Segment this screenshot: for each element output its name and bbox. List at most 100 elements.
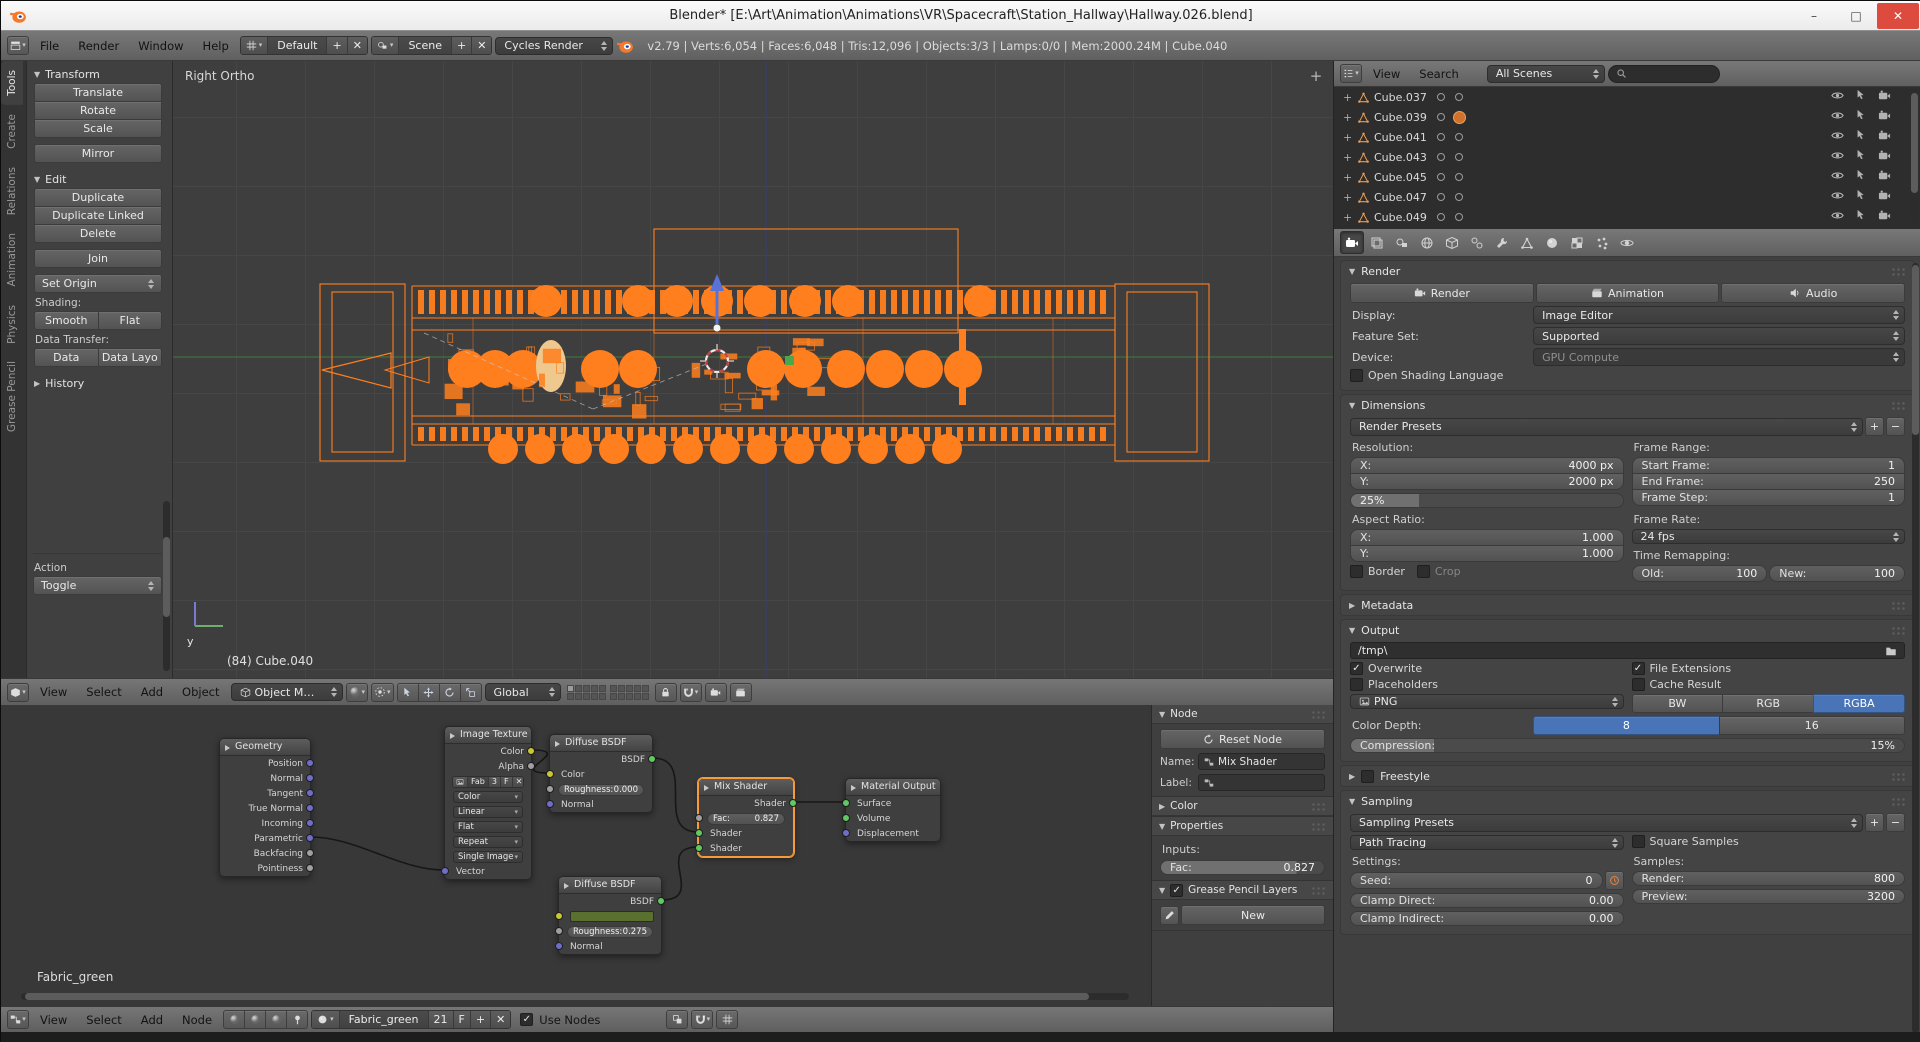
outliner-scrollbar[interactable] xyxy=(1911,93,1918,223)
layer-cell[interactable] xyxy=(634,685,641,692)
menu-window[interactable]: Window xyxy=(130,39,191,53)
panel-header-freestyle[interactable]: ▶Freestyle xyxy=(1341,766,1914,786)
socket[interactable] xyxy=(695,829,703,837)
node-diffuse2[interactable]: Diffuse BSDFBSDFRoughness:0.275Normal xyxy=(558,876,662,955)
socket[interactable] xyxy=(555,942,563,950)
translate-manipulator-button[interactable] xyxy=(418,683,440,702)
color-node-menu[interactable]: Color▾ xyxy=(453,791,523,803)
screen-layout-selector-value[interactable]: Default xyxy=(267,37,326,54)
output-path-field[interactable]: /tmp\ xyxy=(1350,642,1905,659)
material-selector-browse[interactable]: ▾ xyxy=(312,1011,339,1028)
end-frame-field[interactable]: End Frame:250 xyxy=(1632,473,1906,490)
png-menu[interactable]: PNG xyxy=(1350,694,1624,709)
layer-cell[interactable] xyxy=(583,685,590,692)
outliner-row-cube-047[interactable]: +Cube.047 xyxy=(1334,187,1920,207)
editor-type-outliner-button[interactable]: ▾ xyxy=(1340,64,1362,83)
node-menu-select[interactable]: Select xyxy=(78,1013,129,1027)
socket[interactable] xyxy=(527,747,535,755)
visibility-toggle[interactable] xyxy=(1831,209,1844,225)
layer-cell[interactable] xyxy=(618,693,625,700)
socket[interactable] xyxy=(789,799,797,807)
viewport-canvas[interactable]: Right Ortho y (84) Cube.040 + xyxy=(173,61,1333,678)
node-menu-view[interactable]: View xyxy=(32,1013,75,1027)
layer-cell[interactable] xyxy=(610,685,617,692)
toolshelf-tab-grease-pencil[interactable]: Grease Pencil xyxy=(1,352,23,441)
node-output[interactable]: Material OutputSurfaceVolumeDisplacement xyxy=(845,778,941,842)
preview-field[interactable]: Preview:3200 xyxy=(1632,889,1906,904)
node-title[interactable]: Diffuse BSDF xyxy=(559,877,661,894)
outliner-row-cube-037[interactable]: +Cube.037 xyxy=(1334,87,1920,107)
display-menu[interactable]: Image Editor xyxy=(1533,306,1905,324)
clamp-indirect-field[interactable]: Clamp Indirect:0.00 xyxy=(1350,911,1624,926)
screen-layout-selector-add[interactable]: + xyxy=(326,37,346,54)
animate-seed-button[interactable] xyxy=(1605,871,1624,890)
socket[interactable] xyxy=(546,770,554,778)
layer-cell[interactable] xyxy=(610,693,617,700)
interaction-mode-menu[interactable]: Object Mode xyxy=(231,683,343,701)
object-name[interactable]: Cube.039 xyxy=(1374,111,1427,124)
outliner-row-cube-043[interactable]: +Cube.043 xyxy=(1334,147,1920,167)
render-button[interactable]: Render xyxy=(1350,283,1534,303)
material-selector-value[interactable]: Fabric_green xyxy=(339,1011,428,1028)
8-toggle[interactable]: 8 xyxy=(1533,716,1719,735)
socket[interactable] xyxy=(306,804,314,812)
selectability-toggle[interactable] xyxy=(1855,169,1867,185)
file-extensions-checkbox[interactable]: File Extensions xyxy=(1632,662,1906,675)
backdrop-button[interactable] xyxy=(666,1010,688,1029)
socket[interactable] xyxy=(842,814,850,822)
render-toggle[interactable] xyxy=(1878,89,1891,105)
region-expand-plus[interactable]: + xyxy=(1307,67,1325,85)
grease-pencil-checkbox[interactable] xyxy=(1170,884,1183,897)
expand-icon[interactable]: + xyxy=(1343,131,1357,144)
scene-selector-browse[interactable]: ▾ xyxy=(372,37,399,54)
node-title[interactable]: Image Texture xyxy=(445,727,531,744)
toolshelf-tab-physics[interactable]: Physics xyxy=(1,296,23,353)
material-selector-fake-user[interactable]: F xyxy=(453,1011,470,1028)
layer-cell[interactable] xyxy=(626,693,633,700)
editor-type-node-button[interactable]: ▾ xyxy=(7,1010,29,1029)
node-title[interactable]: Diffuse BSDF xyxy=(550,735,652,752)
layer-cell[interactable] xyxy=(626,685,633,692)
properties-tab-texture[interactable] xyxy=(1565,231,1589,254)
translate-button[interactable]: Translate xyxy=(34,83,162,102)
screen-layout-selector-browse[interactable]: ▾ xyxy=(241,37,268,54)
object-name[interactable]: Cube.041 xyxy=(1374,131,1427,144)
selectability-toggle[interactable] xyxy=(1855,149,1867,165)
visibility-toggle[interactable] xyxy=(1831,109,1844,125)
socket[interactable] xyxy=(555,927,563,935)
old-field[interactable]: Old:100 xyxy=(1632,565,1768,582)
node-menu-node[interactable]: Node xyxy=(174,1013,220,1027)
node-title[interactable]: Material Output xyxy=(846,779,940,796)
fac-node-field[interactable]: Fac:0.827 xyxy=(707,813,785,825)
menu-file[interactable]: File xyxy=(32,39,67,53)
lock-layers-button[interactable] xyxy=(655,683,677,702)
compression-slider[interactable]: Compression:15% xyxy=(1350,738,1905,753)
scene-selector-unlink[interactable]: ✕ xyxy=(471,37,491,54)
node-snap-button[interactable]: ▾ xyxy=(691,1010,713,1029)
socket[interactable] xyxy=(441,867,449,875)
seed-field[interactable]: Seed:0 xyxy=(1350,872,1603,889)
node-imagetex[interactable]: Image TextureColorAlphaFab3F✕Color▾Linea… xyxy=(444,726,532,880)
placeholders-checkbox[interactable]: Placeholders xyxy=(1350,678,1624,691)
socket[interactable] xyxy=(695,814,703,822)
selectability-toggle[interactable] xyxy=(1855,129,1867,145)
render-toggle[interactable] xyxy=(1878,169,1891,185)
preset-add-button[interactable]: + xyxy=(1865,417,1884,436)
properties-tab-world[interactable] xyxy=(1415,231,1439,254)
tool-shelf-scrollbar[interactable] xyxy=(163,501,170,671)
freestyle-enable-checkbox[interactable] xyxy=(1361,770,1374,783)
viewport-menu-view[interactable]: View xyxy=(32,685,75,699)
object-name[interactable]: Cube.043 xyxy=(1374,151,1427,164)
repeat-node-menu[interactable]: Repeat▾ xyxy=(453,836,523,848)
render-toggle[interactable] xyxy=(1878,189,1891,205)
object-name[interactable]: Cube.049 xyxy=(1374,211,1427,224)
node-canvas[interactable]: Fabric_green GeometryPositionNormalTange… xyxy=(1,705,1151,1006)
scale-manipulator-button[interactable] xyxy=(460,683,482,702)
rgba-toggle[interactable]: RGBA xyxy=(1813,694,1905,713)
gp-new-layer-button[interactable]: New xyxy=(1181,905,1325,925)
node-options-button[interactable] xyxy=(716,1010,738,1029)
selectability-toggle[interactable] xyxy=(1855,209,1867,225)
layer-cell[interactable] xyxy=(599,685,606,692)
outliner-row-cube-049[interactable]: +Cube.049 xyxy=(1334,207,1920,227)
outliner-search-input[interactable] xyxy=(1608,65,1720,83)
